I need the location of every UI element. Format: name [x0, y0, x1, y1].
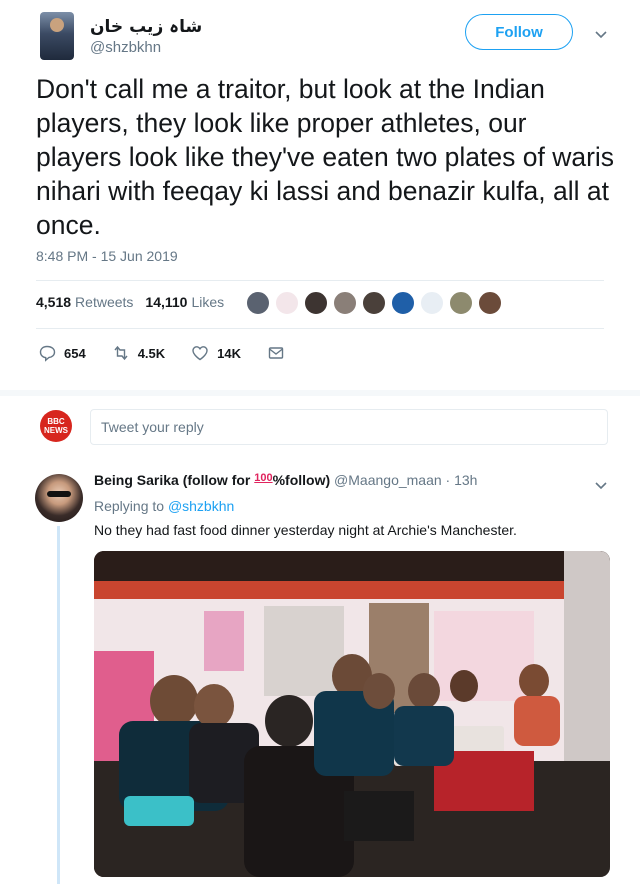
tweet-text: Don't call me a traitor, but look at the…	[36, 74, 615, 240]
chevron-down-icon[interactable]	[594, 27, 608, 41]
author-avatar[interactable]	[40, 12, 74, 60]
reply-author-name[interactable]: Being Sarika (follow for 100%follow)	[94, 472, 330, 488]
liker-avatar[interactable]	[304, 291, 328, 315]
tweet-timestamp[interactable]: 8:48 PM - 15 Jun 2019	[36, 248, 178, 264]
avatar-logo-top: BBC	[47, 417, 65, 426]
reply-composer-avatar[interactable]: BBC NEWS	[40, 410, 72, 442]
likes-count[interactable]: 14,110	[145, 294, 187, 310]
reply-name-suffix: %follow)	[272, 472, 331, 488]
liker-avatar[interactable]	[420, 291, 444, 315]
like-button[interactable]: 14K	[191, 344, 241, 362]
reply-button[interactable]: 654	[38, 344, 86, 362]
liker-avatar[interactable]	[275, 291, 299, 315]
envelope-icon	[268, 347, 284, 359]
restaurant-photo	[94, 551, 610, 877]
liker-avatar[interactable]	[246, 291, 270, 315]
like-count: 14K	[217, 345, 242, 361]
reply-text: No they had fast food dinner yesterday n…	[94, 522, 517, 538]
reply-header: Being Sarika (follow for 100%follow) @Ma…	[94, 472, 477, 488]
reply-icon	[39, 345, 56, 362]
likes-label[interactable]: Likes	[191, 294, 224, 310]
avatar-logo-bottom: NEWS	[44, 426, 68, 435]
tweet-author[interactable]: شاہ زیب خان @shzbkhn	[40, 10, 202, 62]
thread-line	[57, 526, 60, 884]
replying-to-link[interactable]: @shzbkhn	[168, 498, 234, 514]
tweet-actions: 654 4.5K 14K	[38, 344, 319, 362]
liker-avatar[interactable]	[478, 291, 502, 315]
bbc-news-avatar: BBC NEWS	[40, 410, 72, 442]
reply-name-prefix: Being Sarika (follow for	[94, 472, 255, 488]
reply-handle-time[interactable]: @Maango_maan · 13h	[334, 472, 477, 488]
liker-avatars	[246, 291, 507, 315]
reply-attached-photo[interactable]	[94, 551, 610, 877]
follow-button[interactable]: Follow	[465, 14, 573, 50]
chevron-down-icon[interactable]	[594, 478, 608, 492]
divider	[36, 328, 604, 329]
tweet-stats: 4,518 Retweets 14,110 Likes	[36, 294, 236, 310]
divider	[36, 280, 604, 281]
section-divider	[0, 390, 640, 396]
liker-avatar[interactable]	[449, 291, 473, 315]
author-display-name[interactable]: شاہ زیب خان	[90, 16, 202, 37]
reply-author-avatar[interactable]	[35, 474, 83, 522]
reply-count: 654	[64, 345, 86, 361]
dm-button[interactable]	[267, 344, 293, 362]
tweet-reply-input[interactable]: Tweet your reply	[90, 409, 608, 445]
retweet-icon	[114, 345, 128, 361]
retweet-button[interactable]: 4.5K	[112, 344, 165, 362]
author-handle[interactable]: @shzbkhn	[90, 39, 202, 56]
retweet-count: 4.5K	[137, 345, 166, 361]
heart-icon	[192, 346, 208, 361]
retweets-label[interactable]: Retweets	[75, 294, 133, 310]
liker-avatar[interactable]	[362, 291, 386, 315]
replying-to: Replying to @shzbkhn	[94, 498, 234, 514]
hundred-points-icon: 100	[254, 472, 273, 484]
retweets-count[interactable]: 4,518	[36, 294, 71, 310]
liker-avatar[interactable]	[333, 291, 357, 315]
liker-avatar[interactable]	[391, 291, 415, 315]
replying-prefix: Replying to	[94, 498, 168, 514]
